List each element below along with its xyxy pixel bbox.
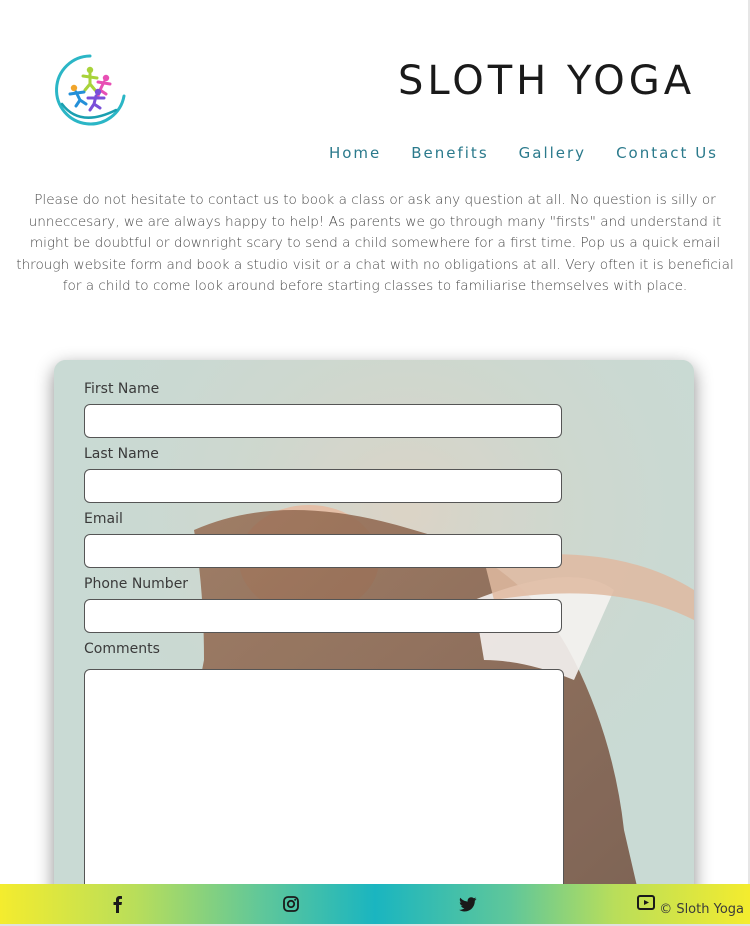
first-name-label: First Name: [84, 381, 160, 397]
phone-number-label: Phone Number: [84, 576, 189, 592]
nav-contact-us[interactable]: Contact Us: [616, 144, 718, 162]
contact-form: First Name Last Name Email Phone Number …: [54, 360, 694, 926]
last-name-label: Last Name: [84, 446, 159, 462]
email-label: Email: [84, 511, 123, 527]
people-circle-logo[interactable]: [50, 50, 130, 130]
nav-home[interactable]: Home: [329, 144, 381, 162]
site-title: SLOTH YOGA: [398, 58, 696, 104]
main-nav: Home Benefits Gallery Contact Us: [329, 144, 718, 162]
nav-benefits[interactable]: Benefits: [411, 144, 488, 162]
first-name-input[interactable]: [84, 404, 562, 438]
last-name-input[interactable]: [84, 469, 562, 503]
comments-label: Comments: [84, 641, 160, 657]
copyright-text: © Sloth Yoga: [659, 902, 744, 917]
phone-number-input[interactable]: [84, 599, 562, 633]
facebook-icon[interactable]: [108, 894, 128, 914]
footer: © Sloth Yoga: [0, 884, 750, 926]
twitter-icon[interactable]: [458, 894, 478, 914]
youtube-icon[interactable]: [636, 893, 656, 913]
page: SLOTH YOGA Home Benefits Gallery Contact…: [0, 0, 750, 926]
intro-paragraph: Please do not hesitate to contact us to …: [16, 192, 734, 295]
instagram-icon[interactable]: [281, 894, 301, 914]
email-input[interactable]: [84, 534, 562, 568]
nav-gallery[interactable]: Gallery: [519, 144, 586, 162]
